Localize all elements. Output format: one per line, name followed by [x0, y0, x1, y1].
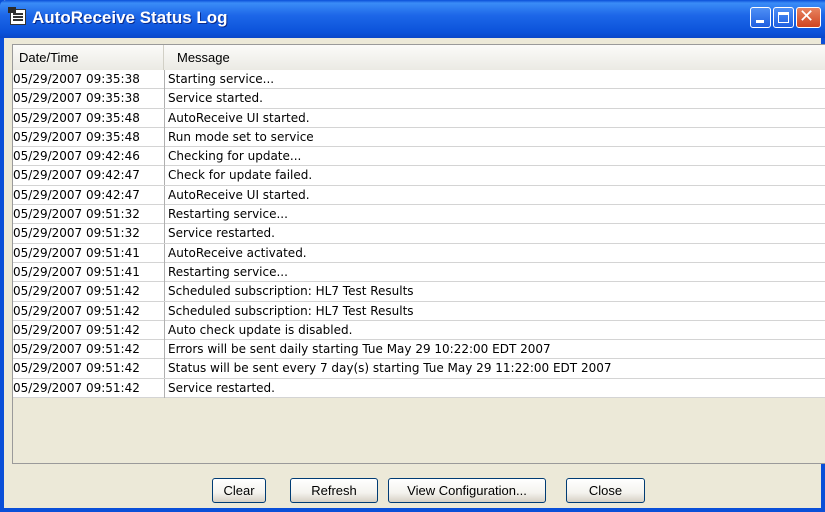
cell-message: Service restarted. [168, 380, 275, 395]
table-row[interactable]: 05/29/2007 09:51:42 Auto check update is … [13, 320, 825, 341]
cell-datetime: 05/29/2007 09:51:42 [13, 340, 165, 360]
cell-message: Service started. [168, 91, 263, 106]
cell-datetime: 05/29/2007 09:51:42 [13, 359, 165, 379]
cell-datetime: 05/29/2007 09:35:48 [13, 108, 165, 128]
table-row[interactable]: 05/29/2007 09:35:38 Starting service... [13, 70, 825, 90]
column-header-datetime[interactable]: Date/Time [13, 45, 164, 70]
close-button[interactable]: Close [566, 478, 645, 503]
table-body: 05/29/2007 09:35:38 Starting service... 05… [13, 70, 825, 399]
button-bar: Clear Refresh View Configuration... Clos… [8, 464, 825, 508]
maximize-icon [778, 12, 789, 23]
cell-message: Starting service... [168, 72, 275, 86]
cell-datetime: 05/29/2007 09:51:42 [13, 320, 165, 340]
maximize-button[interactable] [773, 7, 794, 28]
table-row[interactable]: 05/29/2007 09:35:48 Run mode set to servi… [13, 127, 825, 148]
cell-datetime: 05/29/2007 09:51:41 [13, 262, 165, 282]
table-row[interactable]: 05/29/2007 09:51:41 Restarting service... [13, 262, 825, 283]
table-row[interactable]: 05/29/2007 09:51:42 Service restarted. [13, 378, 825, 399]
cell-datetime: 05/29/2007 09:35:48 [13, 127, 165, 147]
table-row[interactable]: 05/29/2007 09:51:41 AutoReceive activated… [13, 243, 825, 263]
cell-message: AutoReceive UI started. [168, 187, 310, 202]
table-row[interactable]: 05/29/2007 09:51:32 Service restarted. [13, 224, 825, 244]
cell-datetime: 05/29/2007 09:51:42 [13, 301, 165, 321]
table-row[interactable]: 05/29/2007 09:42:47 Check for update fail… [13, 166, 825, 186]
close-window-button[interactable]: ✕ [796, 6, 821, 28]
table-row[interactable]: 05/29/2007 09:35:48 AutoReceive UI starte… [13, 108, 825, 128]
view-configuration-button[interactable]: View Configuration... [388, 478, 546, 503]
minimize-icon [756, 20, 764, 23]
cell-message: Auto check update is disabled. [168, 322, 353, 337]
cell-message: Service restarted. [168, 226, 275, 241]
table-row[interactable]: 05/29/2007 09:35:38 Service started. [13, 89, 825, 109]
cell-datetime: 05/29/2007 09:51:42 [13, 378, 165, 398]
cell-datetime: 05/29/2007 09:51:32 [13, 224, 165, 244]
cell-message: Errors will be sent daily starting Tue M… [168, 342, 551, 357]
cell-datetime: 05/29/2007 09:42:47 [13, 166, 165, 186]
cell-message: Check for update failed. [168, 168, 313, 183]
cell-message: Checking for update... [168, 149, 302, 164]
table-row[interactable]: 05/29/2007 09:51:32 Restarting service... [13, 205, 825, 225]
column-header-message[interactable]: Message [165, 45, 825, 70]
cell-message: Run mode set to service [168, 129, 314, 144]
cell-datetime: 05/29/2007 09:42:46 [13, 147, 165, 167]
cell-message: Status will be sent every 7 day(s) start… [168, 361, 612, 376]
status-log-window: AutoReceive Status Log ✕ Date/Time Messa… [0, 0, 825, 512]
cell-datetime: 05/29/2007 09:42:47 [13, 185, 165, 205]
table-row[interactable]: 05/29/2007 09:51:42 Scheduled subscriptio… [13, 301, 825, 321]
table-row[interactable]: 05/29/2007 09:42:46 Checking for update..… [13, 147, 825, 167]
cell-datetime: 05/29/2007 09:51:42 [13, 282, 165, 302]
cell-message: Restarting service... [168, 207, 288, 222]
title-bar[interactable]: AutoReceive Status Log ✕ [0, 0, 825, 38]
minimize-button[interactable] [750, 7, 771, 28]
cell-datetime: 05/29/2007 09:35:38 [13, 89, 165, 109]
cell-datetime: 05/29/2007 09:51:41 [13, 243, 165, 263]
cell-message: Restarting service... [168, 264, 288, 279]
cell-message: Scheduled subscription: HL7 Test Results [168, 284, 414, 299]
table-row[interactable]: 05/29/2007 09:51:42 Scheduled subscriptio… [13, 282, 825, 302]
cell-message: AutoReceive UI started. [168, 110, 310, 125]
table-row[interactable]: 05/29/2007 09:42:47 AutoReceive UI starte… [13, 185, 825, 206]
clear-button[interactable]: Clear [212, 478, 266, 503]
table-header: Date/Time Message [13, 45, 825, 71]
table-row[interactable]: 05/29/2007 09:51:42 Status will be sent e… [13, 359, 825, 379]
cell-datetime: 05/29/2007 09:35:38 [13, 70, 165, 89]
window-title: AutoReceive Status Log [32, 8, 228, 27]
table-row[interactable]: 05/29/2007 09:51:42 Errors will be sent d… [13, 340, 825, 360]
refresh-button[interactable]: Refresh [290, 478, 378, 503]
cell-message: Scheduled subscription: HL7 Test Results [168, 303, 414, 318]
cell-message: AutoReceive activated. [168, 245, 307, 260]
cell-datetime: 05/29/2007 09:51:32 [13, 205, 165, 225]
log-table[interactable]: Date/Time Message 05/29/2007 09:35:38 Sta… [12, 44, 825, 464]
log-document-icon [8, 7, 26, 25]
close-icon: ✕ [799, 6, 815, 27]
